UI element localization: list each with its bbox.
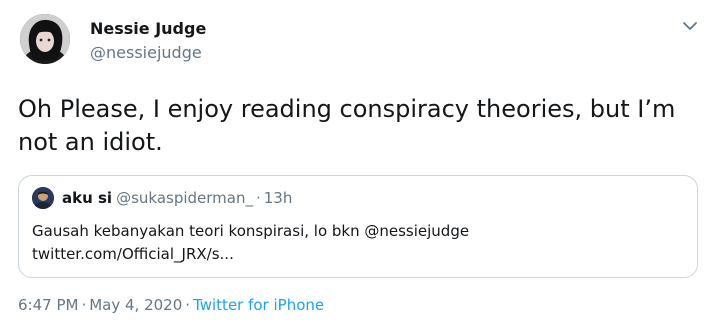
- tweet-text: Oh Please, I enjoy reading conspiracy th…: [18, 95, 676, 156]
- author-name[interactable]: Nessie Judge: [90, 19, 206, 39]
- meta-separator-1: ·: [81, 296, 87, 314]
- meta-separator-2: ·: [185, 296, 191, 314]
- quoted-author-handle: @sukaspiderman_: [116, 189, 253, 207]
- chevron-down-icon[interactable]: [680, 18, 700, 32]
- tweet-source-link[interactable]: Twitter for iPhone: [193, 296, 324, 314]
- quoted-avatar-image: [32, 187, 54, 209]
- avatar-image: [20, 14, 70, 64]
- quoted-tweet[interactable]: aku si @sukaspiderman_ · 13h Gausah kebanya…: [18, 175, 698, 278]
- quoted-author-name: aku si: [62, 189, 113, 207]
- quoted-tweet-text: Gausah kebanyakan teori konspirasi, lo b…: [32, 220, 682, 266]
- quoted-text-line-1: Gausah kebanyakan teori konspirasi, lo b…: [32, 222, 470, 240]
- tweet-meta: 6:47 PM · May 4, 2020 · Twitter for iPhone: [18, 295, 324, 315]
- tweet-date[interactable]: May 4, 2020: [89, 296, 182, 314]
- quoted-author-avatar: [32, 187, 54, 209]
- author-handle[interactable]: @nessiejudge: [90, 43, 202, 63]
- quoted-separator: ·: [255, 189, 261, 207]
- tweet-time[interactable]: 6:47 PM: [18, 296, 78, 314]
- tweet-card: Nessie Judge @nessiejudge Oh Please, I e…: [0, 0, 720, 329]
- quoted-text-line-2: twitter.com/Official_JRX/s...: [32, 245, 234, 263]
- quoted-tweet-header: aku si @sukaspiderman_ · 13h: [62, 188, 292, 208]
- quoted-tweet-time: 13h: [263, 189, 293, 207]
- author-avatar[interactable]: [20, 14, 70, 64]
